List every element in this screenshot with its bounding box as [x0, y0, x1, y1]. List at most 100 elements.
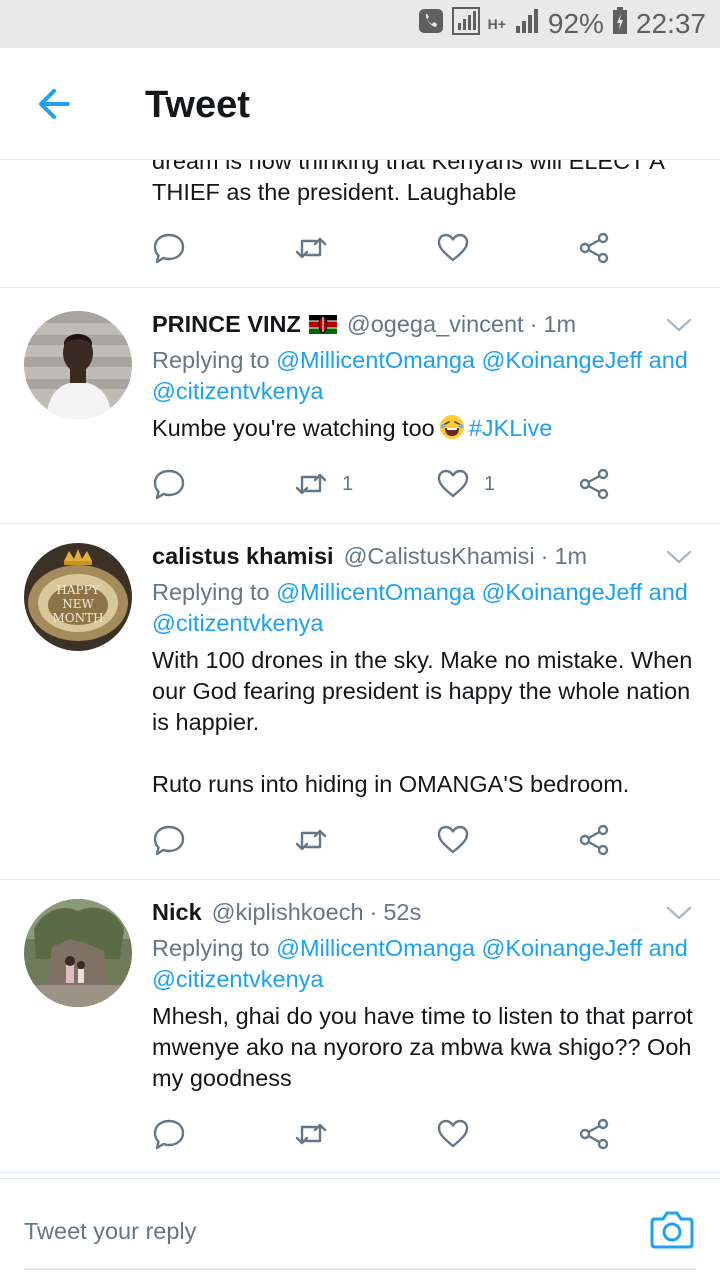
mention-link[interactable]: @MillicentOmanga [276, 935, 475, 961]
tweet-text: With 100 drones in the sky. Make no mist… [152, 647, 693, 797]
user-name[interactable]: PRINCE VINZ [152, 311, 301, 338]
partial-tweet-actions [152, 228, 622, 268]
tweet-text: Kumbe you're watching too #JKLive [152, 413, 702, 444]
reply-icon [153, 825, 185, 856]
status-bar-right: H+ 92% 22:37 [418, 0, 706, 48]
replying-prefix: Replying to [152, 935, 277, 961]
reply-button[interactable] [152, 464, 186, 504]
like-button[interactable]: 1 [436, 464, 495, 504]
like-button[interactable] [436, 1114, 484, 1154]
mention-link[interactable]: @KoinangeJeff [482, 579, 643, 605]
signal-box-icon [451, 6, 480, 42]
chevron-down-icon [666, 318, 692, 332]
avatar[interactable] [24, 311, 132, 419]
replying-to: Replying to @MillicentOmanga @KoinangeJe… [152, 933, 702, 995]
app-header: Tweet [0, 48, 720, 160]
and-word: and [642, 347, 688, 373]
reply-button[interactable] [152, 820, 186, 860]
share-button[interactable] [577, 1114, 611, 1154]
mention-link[interactable]: @citizentvkenya [152, 378, 323, 404]
user-name[interactable]: Nick [152, 899, 202, 926]
mention-link[interactable]: @MillicentOmanga [276, 347, 475, 373]
tweet-menu-button[interactable] [666, 905, 692, 921]
heart-icon [437, 1119, 469, 1148]
share-icon [579, 1118, 609, 1150]
arrow-left-icon [39, 89, 70, 119]
heart-icon [437, 233, 469, 262]
battery-percent: 92% [547, 8, 604, 39]
tweet-body: Kumbe you're watching too [152, 415, 435, 441]
back-button[interactable] [30, 82, 80, 126]
reply-button[interactable] [152, 228, 186, 268]
tweet-menu-button[interactable] [666, 549, 692, 565]
avatar-caption-line: HAPPY [56, 583, 100, 597]
heart-icon [437, 825, 469, 854]
reply-icon [153, 469, 185, 500]
reply-icon [153, 233, 185, 264]
user-name[interactable]: calistus khamisi [152, 543, 334, 570]
reply-tweet[interactable]: Nick @kiplishkoech · 52s Replying to @Mi… [0, 899, 720, 1169]
tweet-header: calistus khamisi @CalistusKhamisi · 1m [152, 543, 587, 573]
mention-link[interactable]: @MillicentOmanga [276, 579, 475, 605]
signal-strength-icon [514, 8, 540, 41]
replying-prefix: Replying to [152, 579, 277, 605]
network-type-icon: H+ [487, 16, 506, 32]
mention-link[interactable]: @citizentvkenya [152, 610, 323, 636]
status-bar: H+ 92% 22:37 [0, 0, 720, 48]
share-button[interactable] [577, 464, 611, 504]
user-handle[interactable]: @ogega_vincent [347, 311, 524, 338]
user-handle[interactable]: @kiplishkoech [212, 899, 364, 926]
retweet-icon [295, 1123, 327, 1145]
share-icon [579, 468, 609, 500]
timestamp: 52s [383, 899, 422, 925]
retweet-button[interactable] [294, 820, 342, 860]
heart-icon [437, 469, 469, 498]
mention-link[interactable]: @citizentvkenya [152, 966, 323, 992]
replying-to: Replying to @MillicentOmanga @KoinangeJe… [152, 345, 702, 407]
share-button[interactable] [577, 228, 611, 268]
retweet-button[interactable]: 1 [294, 464, 353, 504]
timestamp: 1m [543, 311, 577, 337]
retweet-button[interactable] [294, 1114, 342, 1154]
like-count: 1 [484, 472, 496, 495]
reply-underline [24, 1268, 696, 1270]
and-word: and [642, 935, 688, 961]
phone-call-icon [418, 8, 444, 41]
tweet-header: PRINCE VINZ @ogega_vincent · 1m [152, 311, 576, 341]
tweet-menu-button[interactable] [666, 317, 692, 333]
reply-tweet[interactable]: PRINCE VINZ @ogega_vincent · 1m Replying… [0, 311, 720, 523]
hashtag-link[interactable]: #JKLive [469, 415, 553, 441]
mention-link[interactable]: @KoinangeJeff [482, 935, 643, 961]
reply-button[interactable] [152, 1114, 186, 1154]
battery-icon [612, 6, 628, 42]
separator-dot: · [529, 311, 538, 337]
tweet-actions [152, 820, 622, 860]
like-button[interactable] [436, 228, 470, 268]
retweet-button[interactable] [294, 228, 328, 268]
reply-input[interactable] [24, 1209, 584, 1253]
chevron-down-icon [666, 550, 692, 564]
divider [0, 287, 720, 288]
share-button[interactable] [577, 820, 611, 860]
mention-link[interactable]: @KoinangeJeff [482, 347, 643, 373]
retweet-count: 1 [342, 472, 354, 495]
reply-tweet[interactable]: HAPPY NEW MONTH calistus khamisi @Calist… [0, 543, 720, 879]
avatar[interactable]: HAPPY NEW MONTH [24, 543, 132, 651]
tweet-actions [152, 1114, 622, 1154]
share-icon [579, 824, 609, 856]
divider [0, 879, 720, 880]
and-word: and [642, 579, 688, 605]
camera-button[interactable] [650, 1209, 694, 1249]
chevron-down-icon [666, 906, 692, 920]
user-handle[interactable]: @CalistusKhamisi [344, 543, 535, 570]
camera-icon [650, 1211, 694, 1249]
clock: 22:37 [635, 8, 706, 39]
avatar[interactable] [24, 899, 132, 1007]
reply-feed[interactable]: dream is now thinking that Kenyans will … [0, 160, 720, 1174]
avatar-caption-line: NEW [62, 597, 94, 611]
like-button[interactable] [436, 820, 484, 860]
laughing-emoji-icon [439, 414, 465, 440]
tweet-text: Mhesh, ghai do you have time to listen t… [152, 1003, 693, 1091]
replying-prefix: Replying to [152, 347, 277, 373]
avatar-caption-line: MONTH [52, 611, 104, 625]
